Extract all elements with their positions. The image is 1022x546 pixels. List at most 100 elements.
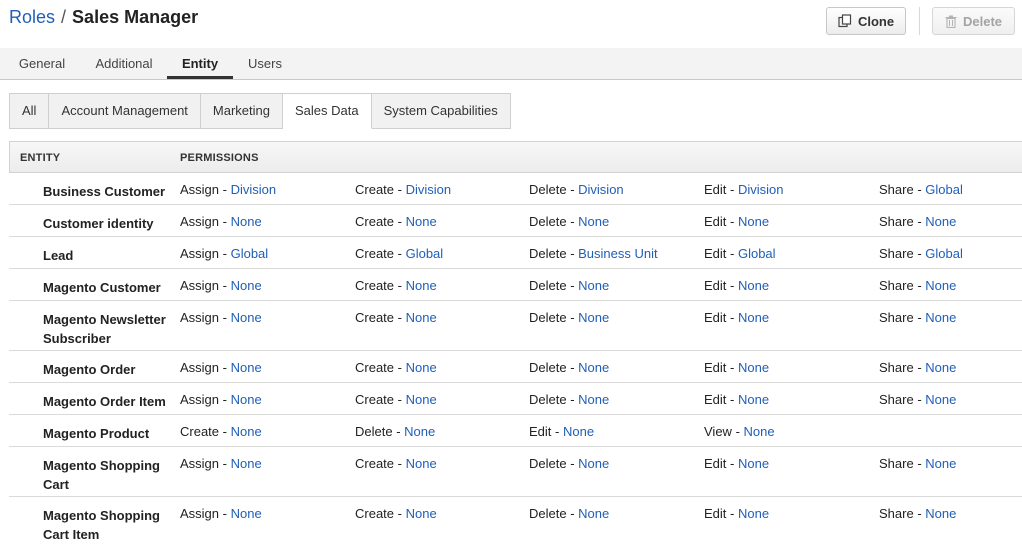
access-level-dropdown[interactable]: Division bbox=[578, 182, 624, 197]
access-level-dropdown[interactable]: Global bbox=[925, 182, 963, 197]
permission-cell: Delete - None bbox=[529, 310, 609, 326]
permission-action: Delete bbox=[355, 424, 393, 439]
button-divider bbox=[919, 7, 920, 35]
table-row: Magento Shopping Cart Assign - None Create… bbox=[9, 447, 1022, 497]
permission-cell: Edit - None bbox=[704, 360, 769, 376]
tab-users[interactable]: Users bbox=[238, 48, 292, 79]
access-level-dropdown[interactable]: None bbox=[578, 392, 609, 407]
access-level-dropdown[interactable]: Business Unit bbox=[578, 246, 657, 261]
tab-additional[interactable]: Additional bbox=[85, 48, 163, 79]
access-level-dropdown[interactable]: Global bbox=[738, 246, 776, 261]
permission-separator: - bbox=[566, 182, 579, 197]
access-level-dropdown[interactable]: None bbox=[406, 278, 437, 293]
permission-cell: Share - None bbox=[879, 506, 956, 522]
entity-name: Customer identity bbox=[43, 216, 154, 231]
permission-cell: Share - None bbox=[879, 214, 956, 230]
access-level-dropdown[interactable]: None bbox=[231, 360, 262, 375]
access-level-dropdown[interactable]: None bbox=[578, 506, 609, 521]
access-level-dropdown[interactable]: None bbox=[738, 456, 769, 471]
permission-cell: Assign - None bbox=[180, 278, 262, 294]
permission-separator: - bbox=[731, 424, 744, 439]
access-level-dropdown[interactable]: Division bbox=[738, 182, 784, 197]
access-level-dropdown[interactable]: None bbox=[231, 392, 262, 407]
access-level-dropdown[interactable]: None bbox=[231, 506, 262, 521]
breadcrumb-roles-link[interactable]: Roles bbox=[9, 7, 55, 27]
permission-separator: - bbox=[913, 456, 926, 471]
permission-separator: - bbox=[566, 392, 579, 407]
access-level-dropdown[interactable]: None bbox=[925, 456, 956, 471]
access-level-dropdown[interactable]: None bbox=[578, 456, 609, 471]
access-level-dropdown[interactable]: None bbox=[231, 214, 262, 229]
access-level-dropdown[interactable]: None bbox=[738, 506, 769, 521]
access-level-dropdown[interactable]: None bbox=[406, 360, 437, 375]
delete-button[interactable]: Delete bbox=[932, 7, 1015, 35]
permission-action: Create bbox=[355, 182, 395, 197]
access-level-dropdown[interactable]: None bbox=[578, 310, 609, 325]
access-level-dropdown[interactable]: Global bbox=[406, 246, 444, 261]
access-level-dropdown[interactable]: None bbox=[925, 214, 956, 229]
permission-action: Edit bbox=[704, 456, 727, 471]
clone-button[interactable]: Clone bbox=[826, 7, 906, 35]
permission-separator: - bbox=[913, 278, 926, 293]
entity-name: Magento Product bbox=[43, 426, 150, 441]
permission-action: Delete bbox=[529, 360, 567, 375]
tab-entity[interactable]: Entity bbox=[167, 48, 233, 79]
table-row: Magento Shopping Cart Item Assign - None C… bbox=[9, 497, 1022, 546]
access-level-dropdown[interactable]: None bbox=[925, 278, 956, 293]
access-level-dropdown[interactable]: Global bbox=[925, 246, 963, 261]
permission-action: Share bbox=[879, 310, 914, 325]
permission-action: Assign bbox=[180, 456, 220, 471]
breadcrumb: Roles / Sales Manager bbox=[9, 6, 198, 28]
access-level-dropdown[interactable]: None bbox=[578, 278, 609, 293]
access-level-dropdown[interactable]: None bbox=[738, 214, 769, 229]
subtab-sales-data[interactable]: Sales Data bbox=[283, 93, 372, 129]
access-level-dropdown[interactable]: None bbox=[925, 360, 956, 375]
access-level-dropdown[interactable]: None bbox=[404, 424, 435, 439]
access-level-dropdown[interactable]: None bbox=[231, 310, 262, 325]
access-level-dropdown[interactable]: None bbox=[231, 424, 262, 439]
subtab-all[interactable]: All bbox=[9, 93, 50, 129]
access-level-dropdown[interactable]: None bbox=[578, 360, 609, 375]
permission-action: Edit bbox=[529, 424, 552, 439]
access-level-dropdown[interactable]: None bbox=[925, 310, 956, 325]
permission-separator: - bbox=[219, 456, 231, 471]
access-level-dropdown[interactable]: None bbox=[925, 392, 956, 407]
access-level-dropdown[interactable]: None bbox=[738, 392, 769, 407]
access-level-dropdown[interactable]: None bbox=[406, 310, 437, 325]
access-level-dropdown[interactable]: None bbox=[406, 392, 437, 407]
permission-action: Edit bbox=[704, 214, 727, 229]
permission-cell: Create - None bbox=[180, 424, 262, 440]
tab-general[interactable]: General bbox=[9, 48, 75, 79]
access-level-dropdown[interactable]: None bbox=[563, 424, 594, 439]
access-level-dropdown[interactable]: None bbox=[231, 278, 262, 293]
access-level-dropdown[interactable]: None bbox=[406, 456, 437, 471]
access-level-dropdown[interactable]: None bbox=[744, 424, 775, 439]
access-level-dropdown[interactable]: Division bbox=[231, 182, 277, 197]
access-level-dropdown[interactable]: None bbox=[406, 214, 437, 229]
permission-cell: Assign - None bbox=[180, 310, 262, 326]
access-level-dropdown[interactable]: None bbox=[738, 310, 769, 325]
access-level-dropdown[interactable]: None bbox=[406, 506, 437, 521]
permission-separator: - bbox=[394, 456, 406, 471]
permission-separator: - bbox=[913, 506, 926, 521]
subtab-marketing[interactable]: Marketing bbox=[200, 93, 283, 129]
permission-action: Create bbox=[355, 246, 395, 261]
access-level-dropdown[interactable]: Global bbox=[231, 246, 269, 261]
permission-cell: Edit - None bbox=[704, 278, 769, 294]
subtab-account-management[interactable]: Account Management bbox=[49, 93, 201, 129]
permission-separator: - bbox=[551, 424, 563, 439]
permission-separator: - bbox=[913, 360, 926, 375]
access-level-dropdown[interactable]: None bbox=[578, 214, 609, 229]
permission-separator: - bbox=[726, 310, 738, 325]
clone-button-label: Clone bbox=[857, 13, 895, 29]
access-level-dropdown[interactable]: Division bbox=[406, 182, 452, 197]
permission-action: Share bbox=[879, 214, 914, 229]
subtab-system-capabilities[interactable]: System Capabilities bbox=[371, 93, 511, 129]
access-level-dropdown[interactable]: None bbox=[925, 506, 956, 521]
permission-cell: Create - None bbox=[355, 278, 437, 294]
delete-button-label: Delete bbox=[962, 13, 1003, 29]
access-level-dropdown[interactable]: None bbox=[738, 278, 769, 293]
table-row: Magento Product Create - None Delete - Non… bbox=[9, 415, 1022, 447]
access-level-dropdown[interactable]: None bbox=[738, 360, 769, 375]
access-level-dropdown[interactable]: None bbox=[231, 456, 262, 471]
